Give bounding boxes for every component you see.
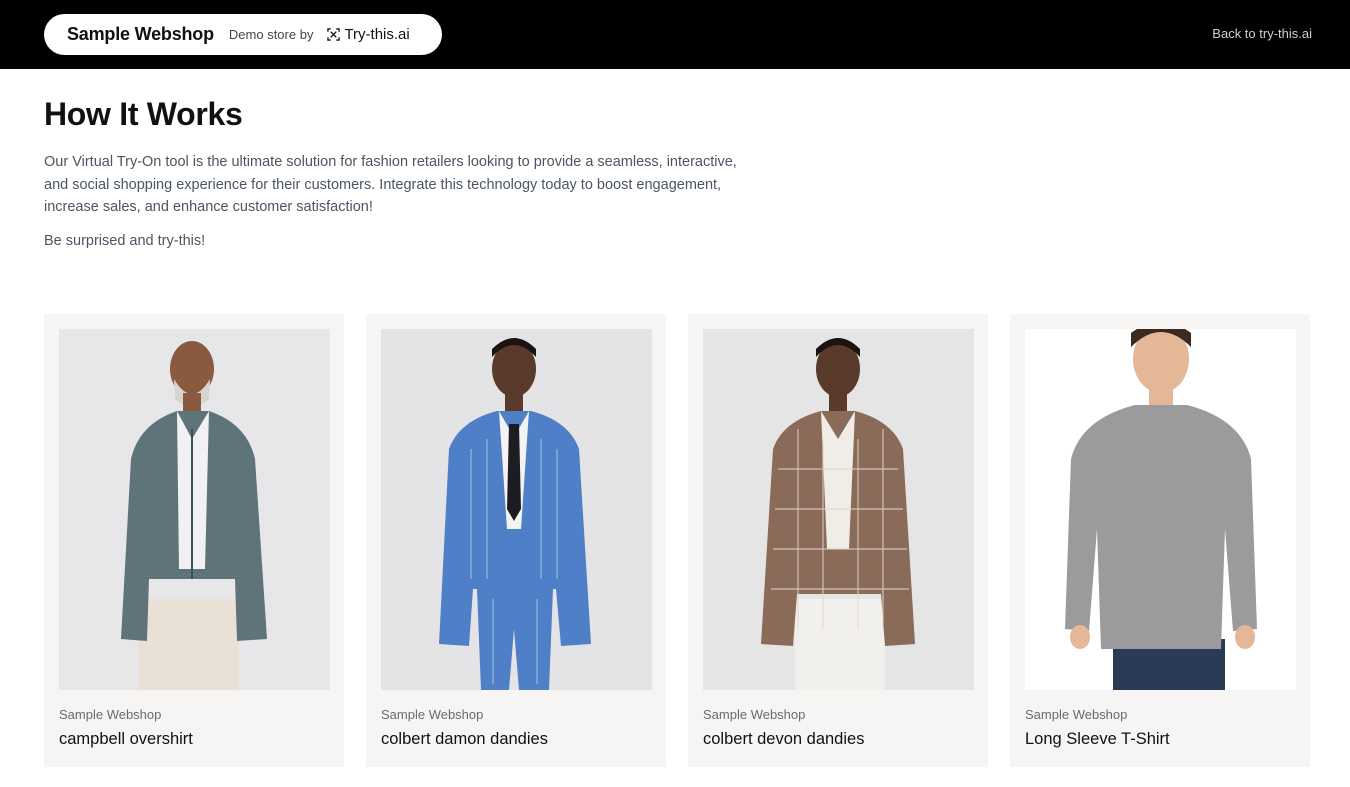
product-vendor: Sample Webshop (703, 707, 806, 722)
product-image[interactable] (1025, 329, 1296, 690)
product-vendor: Sample Webshop (59, 707, 162, 722)
page-title: How It Works (44, 96, 243, 132)
product-card[interactable]: Sample Webshop colbert devon dandies (688, 314, 988, 767)
product-card[interactable]: Sample Webshop colbert damon dandies (366, 314, 666, 767)
demo-store-label: Demo store by (228, 27, 314, 42)
product-image[interactable] (703, 329, 974, 690)
back-link[interactable]: Back to try-this.ai (1212, 26, 1312, 41)
top-bar: Sample Webshop Demo store by Try-this.ai… (0, 0, 1350, 69)
product-grid: Sample Webshop campbell overshirt Sample… (44, 314, 1310, 767)
product-image[interactable] (381, 329, 652, 690)
product-name[interactable]: campbell overshirt (59, 730, 329, 749)
product-name[interactable]: Long Sleeve T-Shirt (1025, 730, 1295, 749)
product-image[interactable] (59, 329, 330, 690)
store-name[interactable]: Sample Webshop (67, 24, 214, 45)
product-name[interactable]: colbert damon dandies (381, 730, 651, 749)
tagline: Be surprised and try-this! (44, 233, 206, 249)
partner-logo[interactable]: Try-this.ai (327, 26, 410, 43)
partner-name: Try-this.ai (344, 26, 410, 43)
try-this-logo-icon (327, 28, 341, 41)
product-vendor: Sample Webshop (381, 707, 484, 722)
product-card[interactable]: Sample Webshop Long Sleeve T-Shirt (1010, 314, 1310, 767)
intro-paragraph: Our Virtual Try-On tool is the ultimate … (44, 154, 737, 215)
product-name[interactable]: colbert devon dandies (703, 730, 973, 749)
brand-pill[interactable]: Sample Webshop Demo store by Try-this.ai (44, 14, 442, 55)
product-vendor: Sample Webshop (1025, 707, 1128, 722)
product-card[interactable]: Sample Webshop campbell overshirt (44, 314, 344, 767)
